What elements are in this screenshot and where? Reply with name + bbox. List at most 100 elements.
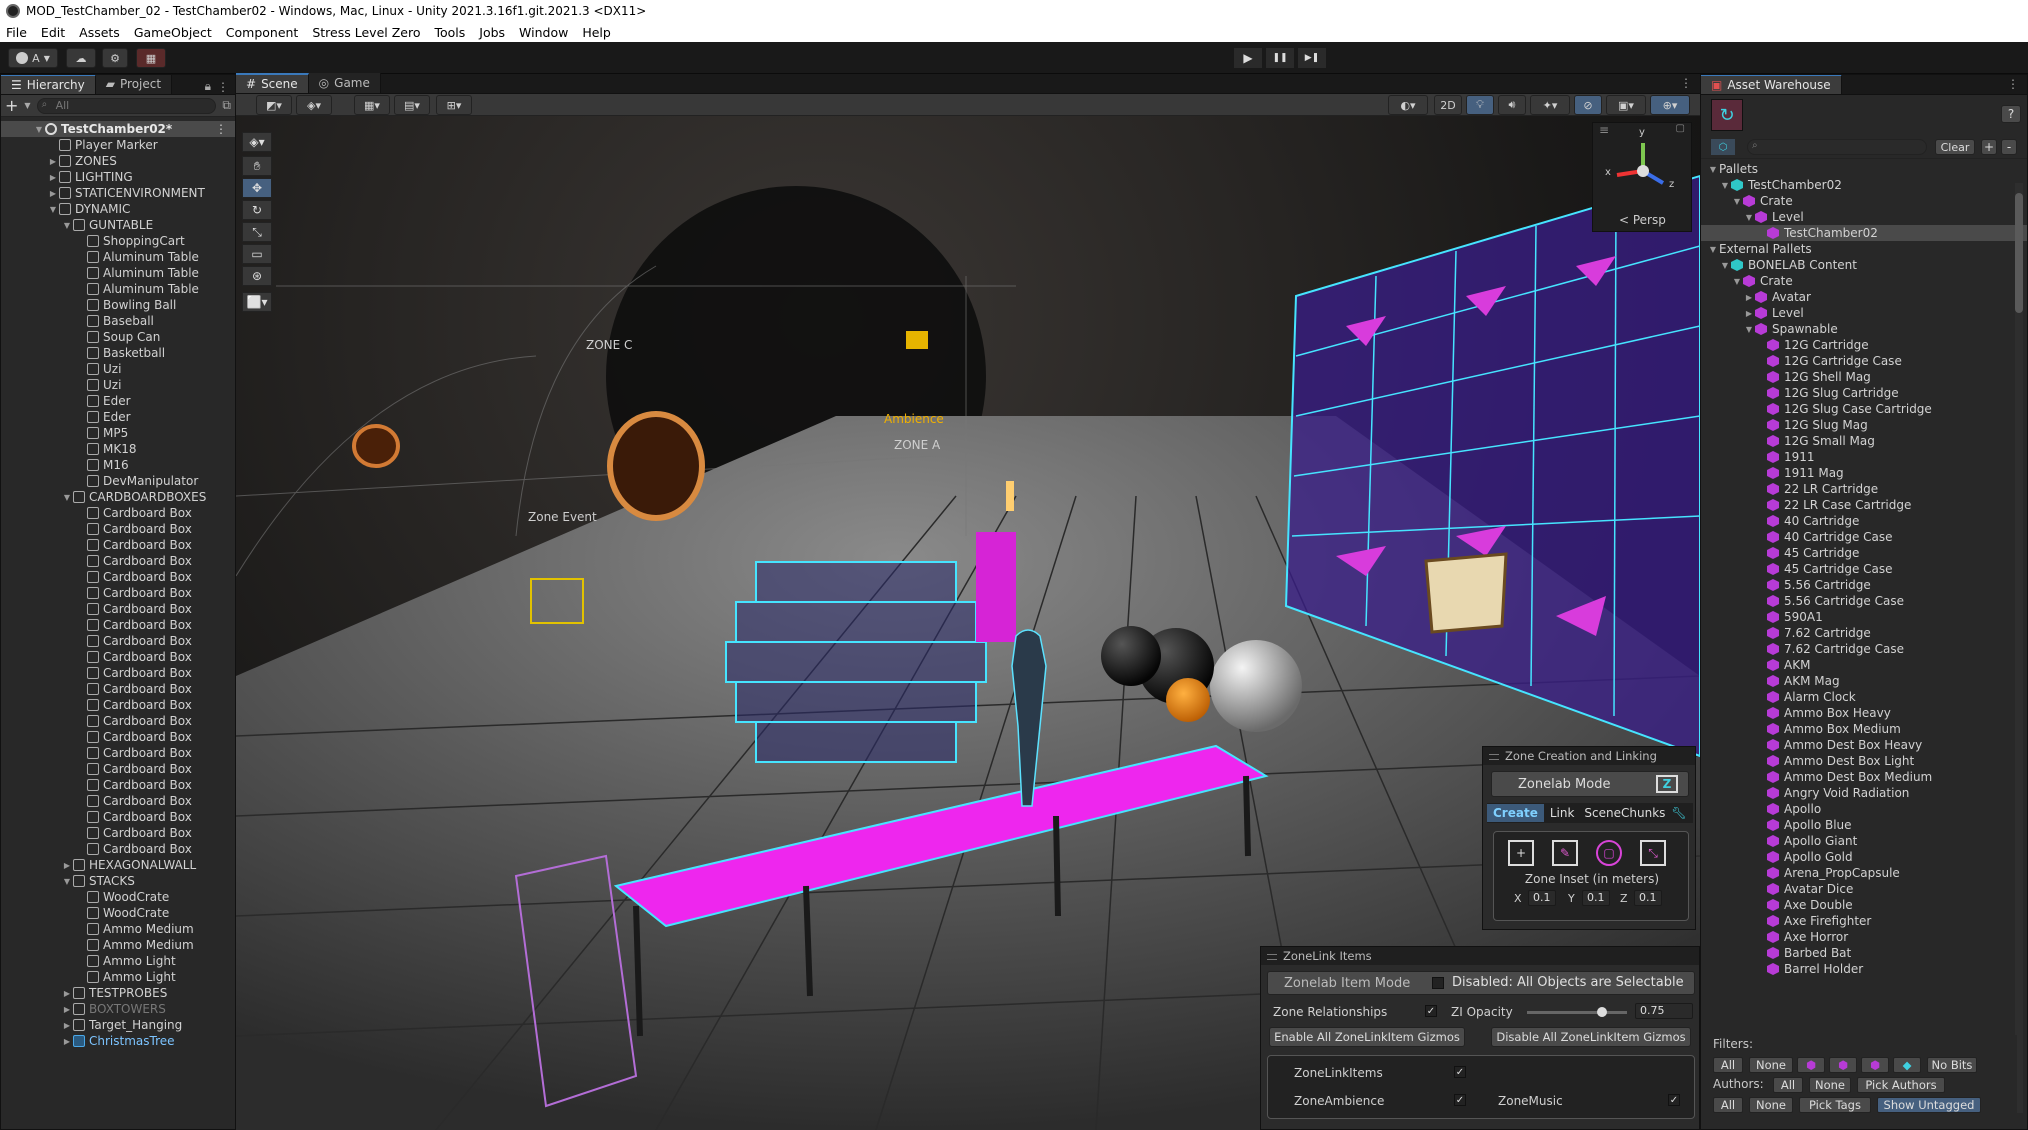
tab-scenechunks[interactable]: SceneChunks <box>1580 804 1669 822</box>
warehouse-row[interactable]: 40 Cartridge <box>1701 513 2027 529</box>
expand-arrow-icon[interactable]: ▼ <box>61 493 73 502</box>
pick-tags-button[interactable]: Pick Tags <box>1799 1097 1871 1113</box>
scene-visibility-icon[interactable]: ⧉ <box>222 98 231 113</box>
warehouse-row[interactable]: Apollo <box>1701 801 2027 817</box>
hierarchy-row[interactable]: Ammo Medium <box>1 937 235 953</box>
zonelab-mode-button[interactable]: Zonelab Mode Z <box>1491 771 1689 797</box>
warehouse-row[interactable]: Apollo Gold <box>1701 849 2027 865</box>
hierarchy-row[interactable]: ▶ ZONES <box>1 153 235 169</box>
pallet-icon[interactable]: ⬡ <box>1711 139 1735 155</box>
zi-opacity-slider[interactable] <box>1527 1007 1627 1017</box>
rect-tool-icon[interactable]: ▭ <box>242 244 272 264</box>
show-untagged-button[interactable]: Show Untagged <box>1877 1097 1981 1113</box>
warehouse-row[interactable]: 12G Small Mag <box>1701 433 2027 449</box>
zone-music-checkbox[interactable]: ✓ <box>1668 1094 1680 1106</box>
zonelink-items-checkbox[interactable]: ✓ <box>1454 1066 1466 1078</box>
zone-relationships-checkbox[interactable]: ✓ <box>1425 1005 1437 1017</box>
warehouse-row[interactable]: ▼ Crate <box>1701 273 2027 289</box>
hierarchy-row[interactable]: ▼ STACKS <box>1 873 235 889</box>
hierarchy-search-input[interactable]: ⌕ All <box>36 97 217 114</box>
expand-arrow-icon[interactable]: ▼ <box>1707 165 1719 174</box>
tab-project[interactable]: ▰ Project <box>95 75 173 94</box>
expand-arrow-icon[interactable]: ▶ <box>61 861 73 870</box>
warehouse-row[interactable]: 1911 Mag <box>1701 465 2027 481</box>
tab-game[interactable]: ◎ Game <box>308 73 381 93</box>
settings-icon[interactable]: ⚙ <box>102 48 128 68</box>
hierarchy-row[interactable]: Cardboard Box <box>1 665 235 681</box>
gizmos-dropdown[interactable]: ⊕▾ <box>1650 95 1690 115</box>
play-button[interactable]: ▶ <box>1234 48 1262 68</box>
account-dropdown[interactable]: A ▼ <box>8 48 58 68</box>
tags-all-button[interactable]: All <box>1713 1097 1743 1113</box>
warehouse-row[interactable]: Avatar Dice <box>1701 881 2027 897</box>
hierarchy-row[interactable]: Cardboard Box <box>1 537 235 553</box>
expand-arrow-icon[interactable]: ▼ <box>61 877 73 886</box>
warehouse-row[interactable]: Barbed Bat <box>1701 945 2027 961</box>
view-options-dropdown[interactable]: ◈▾ <box>242 132 272 152</box>
inset-y-field[interactable]: 0.1 <box>1582 890 1610 906</box>
more-options-icon[interactable]: ⋮ <box>2007 75 2019 94</box>
tab-hierarchy[interactable]: ☰ Hierarchy <box>1 75 96 94</box>
expand-arrow-icon[interactable]: ▶ <box>61 1021 73 1030</box>
warehouse-row[interactable]: Barrel Metal A <box>1701 977 2027 979</box>
warehouse-row[interactable]: ▼ External Pallets <box>1701 241 2027 257</box>
tab-create[interactable]: Create <box>1487 804 1544 822</box>
hierarchy-row[interactable]: ▼ DYNAMIC <box>1 201 235 217</box>
hierarchy-row[interactable]: ▶ LIGHTING <box>1 169 235 185</box>
menu-edit[interactable]: Edit <box>41 25 65 40</box>
warehouse-row[interactable]: Axe Double <box>1701 897 2027 913</box>
menu-stress-level-zero[interactable]: Stress Level Zero <box>312 25 420 40</box>
add-zone-icon[interactable]: + <box>1508 840 1534 866</box>
hierarchy-row[interactable]: Baseball <box>1 313 235 329</box>
hierarchy-row[interactable]: Ammo Light <box>1 953 235 969</box>
hierarchy-row[interactable]: Cardboard Box <box>1 729 235 745</box>
hierarchy-row[interactable]: Cardboard Box <box>1 745 235 761</box>
expand-arrow-icon[interactable]: ▼ <box>47 205 59 214</box>
pause-button[interactable]: ❚❚ <box>1266 48 1294 68</box>
filter-nobits-button[interactable]: No Bits <box>1927 1057 1977 1073</box>
expand-arrow-icon[interactable]: ▼ <box>1731 197 1743 206</box>
help-button[interactable]: ? <box>2001 105 2021 123</box>
warehouse-row[interactable]: Ammo Dest Box Medium <box>1701 769 2027 785</box>
inset-z-field[interactable]: 0.1 <box>1634 890 1662 906</box>
warehouse-row[interactable]: TestChamber02 <box>1701 225 2027 241</box>
hierarchy-row[interactable]: ▶ HEXAGONALWALL <box>1 857 235 873</box>
warehouse-row[interactable]: 12G Cartridge <box>1701 337 2027 353</box>
hierarchy-row[interactable]: Cardboard Box <box>1 649 235 665</box>
hierarchy-row[interactable]: Bowling Ball <box>1 297 235 313</box>
warehouse-row[interactable]: ▼ Pallets <box>1701 161 2027 177</box>
hierarchy-row[interactable]: Uzi <box>1 377 235 393</box>
warehouse-row[interactable]: 1911 <box>1701 449 2027 465</box>
hierarchy-row[interactable]: Uzi <box>1 361 235 377</box>
expand-arrow-icon[interactable]: ▶ <box>1743 309 1755 318</box>
filter-none-button[interactable]: None <box>1749 1057 1793 1073</box>
hierarchy-row[interactable]: ▶ STATICENVIRONMENT <box>1 185 235 201</box>
hierarchy-row[interactable]: ShoppingCart <box>1 233 235 249</box>
inset-x-field[interactable]: 0.1 <box>1528 890 1556 906</box>
resize-zone-icon[interactable]: ⤡ <box>1640 840 1666 866</box>
hierarchy-row[interactable]: ▶ BOXTOWERS <box>1 1001 235 1017</box>
zonelab-item-mode-button[interactable]: Zonelab Item Mode Disabled: All Objects … <box>1267 971 1695 995</box>
hierarchy-row[interactable]: Cardboard Box <box>1 521 235 537</box>
hierarchy-row[interactable]: WoodCrate <box>1 889 235 905</box>
expand-arrow-icon[interactable]: ▶ <box>47 189 59 198</box>
hierarchy-row[interactable]: Eder <box>1 393 235 409</box>
warehouse-row[interactable]: ▶ Avatar <box>1701 289 2027 305</box>
expand-arrow-icon[interactable]: ▶ <box>61 989 73 998</box>
expand-arrow-icon[interactable]: ▶ <box>47 173 59 182</box>
warehouse-row[interactable]: Arena_PropCapsule <box>1701 865 2027 881</box>
expand-arrow-icon[interactable]: ▶ <box>61 1005 73 1014</box>
menu-window[interactable]: Window <box>519 25 568 40</box>
hierarchy-row[interactable]: Eder <box>1 409 235 425</box>
warehouse-row[interactable]: 12G Cartridge Case <box>1701 353 2027 369</box>
hierarchy-row[interactable]: Cardboard Box <box>1 697 235 713</box>
warehouse-row[interactable]: 7.62 Cartridge <box>1701 625 2027 641</box>
lock-icon[interactable]: 🔒︎ <box>205 79 211 94</box>
expand-arrow-icon[interactable]: ▼ <box>1719 181 1731 190</box>
scene-row[interactable]: ▼ TestChamber02* ⋮ <box>1 121 235 137</box>
item-mode-checkbox[interactable] <box>1432 977 1444 989</box>
camera-dropdown[interactable]: ▣▾ <box>1606 95 1646 115</box>
transform-tool-icon[interactable]: ⊛ <box>242 266 272 286</box>
hand-tool-icon[interactable]: ✋︎ <box>242 156 272 176</box>
more-options-icon[interactable]: ⋮ <box>215 122 227 136</box>
